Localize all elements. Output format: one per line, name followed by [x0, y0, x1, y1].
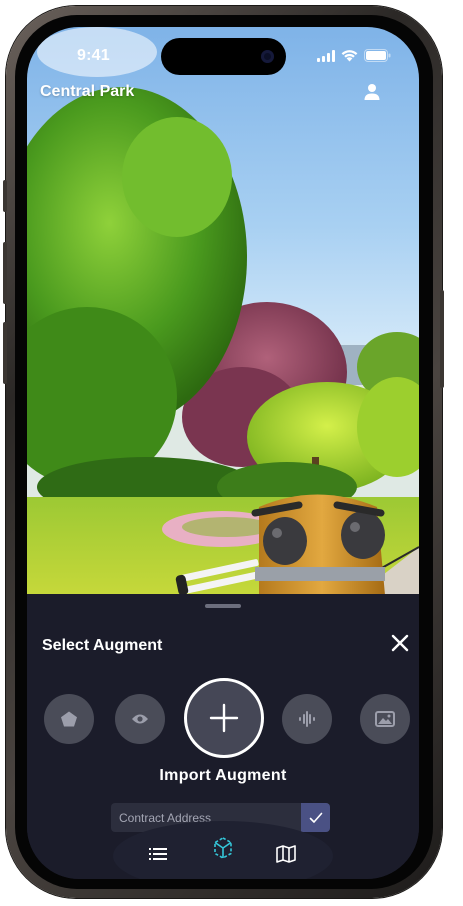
eye-icon — [132, 714, 148, 724]
select-augment-sheet: Select Augment Import Augment Contract A… — [27, 594, 419, 879]
status-icons — [317, 49, 391, 62]
audio-wave-icon — [299, 711, 315, 727]
pentagon-icon — [61, 711, 77, 727]
battery-icon — [364, 49, 391, 62]
volume-down-button — [3, 322, 7, 384]
import-augment-label: Import Augment — [159, 767, 287, 784]
nav-ar[interactable] — [210, 835, 236, 861]
person-icon — [364, 84, 380, 100]
action-button — [3, 180, 7, 212]
phone-screen: 9:41 Central Park Select Augment Import … — [27, 27, 419, 879]
image-icon — [375, 711, 395, 727]
nav-list[interactable] — [147, 843, 169, 865]
augment-option-shape[interactable] — [44, 694, 94, 744]
close-icon — [391, 634, 409, 652]
check-icon — [309, 812, 322, 823]
profile-button[interactable] — [363, 83, 381, 101]
plus-icon — [209, 703, 239, 733]
power-button — [440, 290, 444, 388]
cellular-signal-icon — [317, 49, 335, 62]
front-camera — [261, 50, 274, 63]
list-icon — [149, 848, 167, 860]
nav-map[interactable] — [275, 843, 297, 865]
bottom-nav — [27, 821, 419, 879]
confirm-contract-button[interactable] — [301, 803, 330, 832]
augment-option-view[interactable] — [115, 694, 165, 744]
augment-option-image[interactable] — [360, 694, 410, 744]
camera-view[interactable] — [27, 27, 419, 595]
location-title: Central Park — [40, 83, 135, 100]
import-augment-button[interactable] — [184, 678, 264, 758]
map-icon — [276, 845, 296, 863]
wifi-icon — [341, 49, 358, 61]
volume-up-button — [3, 242, 7, 304]
ar-cube-icon — [214, 837, 232, 859]
dynamic-island — [161, 38, 286, 75]
status-bar: 9:41 — [27, 27, 419, 81]
park-scene — [27, 27, 419, 595]
sheet-grabber[interactable] — [205, 604, 241, 608]
sheet-title: Select Augment — [42, 637, 163, 654]
status-time: 9:41 — [77, 47, 110, 64]
close-button[interactable] — [391, 634, 409, 652]
augment-option-audio[interactable] — [282, 694, 332, 744]
